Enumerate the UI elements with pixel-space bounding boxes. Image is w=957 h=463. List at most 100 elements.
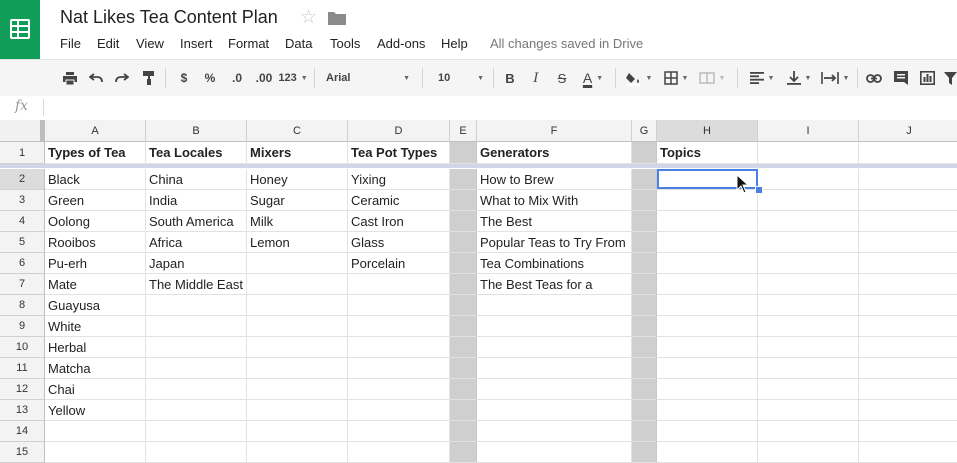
cell-j12[interactable] <box>859 379 957 400</box>
cell-d1[interactable]: Tea Pot Types <box>348 142 450 164</box>
cell-c8[interactable] <box>247 295 348 316</box>
cell-c10[interactable] <box>247 337 348 358</box>
cell-a6[interactable]: Pu-erh <box>45 253 146 274</box>
cell-d12[interactable] <box>348 379 450 400</box>
cell-b14[interactable] <box>146 421 247 442</box>
cell-e15[interactable] <box>450 442 477 463</box>
cell-d5[interactable]: Glass <box>348 232 450 253</box>
cell-d15[interactable] <box>348 442 450 463</box>
cell-g8[interactable] <box>632 295 657 316</box>
row-header-2[interactable]: 2 <box>0 169 45 190</box>
percent-format-button[interactable]: % <box>201 60 219 96</box>
cell-e11[interactable] <box>450 358 477 379</box>
document-title[interactable]: Nat Likes Tea Content Plan <box>60 7 278 28</box>
print-button[interactable] <box>60 60 80 96</box>
cell-i1[interactable] <box>758 142 859 164</box>
column-header-h[interactable]: H <box>657 120 758 142</box>
star-icon[interactable]: ☆ <box>300 6 317 29</box>
cell-h13[interactable] <box>657 400 758 421</box>
cell-b1[interactable]: Tea Locales <box>146 142 247 164</box>
cell-h12[interactable] <box>657 379 758 400</box>
cell-g6[interactable] <box>632 253 657 274</box>
cell-g2[interactable] <box>632 169 657 190</box>
cell-d13[interactable] <box>348 400 450 421</box>
cell-d7[interactable] <box>348 274 450 295</box>
cell-g15[interactable] <box>632 442 657 463</box>
cell-c6[interactable] <box>247 253 348 274</box>
column-header-b[interactable]: B <box>146 120 247 142</box>
folder-icon[interactable] <box>328 11 346 25</box>
cell-j6[interactable] <box>859 253 957 274</box>
cell-c1[interactable]: Mixers <box>247 142 348 164</box>
cell-i9[interactable] <box>758 316 859 337</box>
row-header-13[interactable]: 13 <box>0 400 45 421</box>
column-header-c[interactable]: C <box>247 120 348 142</box>
cell-a1[interactable]: Types of Tea <box>45 142 146 164</box>
cell-i4[interactable] <box>758 211 859 232</box>
cell-b12[interactable] <box>146 379 247 400</box>
horizontal-align-button[interactable]: ▼ <box>746 60 778 96</box>
cell-h14[interactable] <box>657 421 758 442</box>
save-status[interactable]: All changes saved in Drive <box>490 36 643 51</box>
cell-c14[interactable] <box>247 421 348 442</box>
cell-i14[interactable] <box>758 421 859 442</box>
cell-a4[interactable]: Oolong <box>45 211 146 232</box>
cell-d6[interactable]: Porcelain <box>348 253 450 274</box>
row-header-14[interactable]: 14 <box>0 421 45 442</box>
cell-i10[interactable] <box>758 337 859 358</box>
cell-f10[interactable] <box>477 337 632 358</box>
cell-a13[interactable]: Yellow <box>45 400 146 421</box>
cell-g13[interactable] <box>632 400 657 421</box>
cell-h11[interactable] <box>657 358 758 379</box>
row-header-3[interactable]: 3 <box>0 190 45 211</box>
filter-button[interactable] <box>942 60 957 96</box>
cell-j5[interactable] <box>859 232 957 253</box>
menu-addons[interactable]: Add-ons <box>377 36 425 51</box>
cell-g14[interactable] <box>632 421 657 442</box>
cell-c12[interactable] <box>247 379 348 400</box>
cell-i13[interactable] <box>758 400 859 421</box>
cell-e1[interactable] <box>450 142 477 164</box>
cell-j15[interactable] <box>859 442 957 463</box>
cell-g11[interactable] <box>632 358 657 379</box>
row-header-5[interactable]: 5 <box>0 232 45 253</box>
cell-b4[interactable]: South America <box>146 211 247 232</box>
column-header-i[interactable]: I <box>758 120 859 142</box>
cell-e3[interactable] <box>450 190 477 211</box>
row-header-8[interactable]: 8 <box>0 295 45 316</box>
cell-i2[interactable] <box>758 169 859 190</box>
cell-f12[interactable] <box>477 379 632 400</box>
cell-f4[interactable]: The Best <box>477 211 632 232</box>
select-all-corner[interactable] <box>0 120 45 142</box>
column-header-a[interactable]: A <box>45 120 146 142</box>
menu-insert[interactable]: Insert <box>180 36 213 51</box>
font-size-dropdown[interactable]: 10 ▼ <box>430 60 486 96</box>
cell-h8[interactable] <box>657 295 758 316</box>
cell-j8[interactable] <box>859 295 957 316</box>
cell-h6[interactable] <box>657 253 758 274</box>
menu-format[interactable]: Format <box>228 36 269 51</box>
cell-a11[interactable]: Matcha <box>45 358 146 379</box>
cell-c15[interactable] <box>247 442 348 463</box>
insert-comment-button[interactable] <box>891 60 911 96</box>
cell-c7[interactable] <box>247 274 348 295</box>
cell-b10[interactable] <box>146 337 247 358</box>
cell-a7[interactable]: Mate <box>45 274 146 295</box>
cell-e14[interactable] <box>450 421 477 442</box>
more-formats-button[interactable]: 123 ▼ <box>278 60 308 96</box>
row-header-10[interactable]: 10 <box>0 337 45 358</box>
cell-f1[interactable]: Generators <box>477 142 632 164</box>
cell-f14[interactable] <box>477 421 632 442</box>
row-header-12[interactable]: 12 <box>0 379 45 400</box>
cell-g5[interactable] <box>632 232 657 253</box>
cell-c4[interactable]: Milk <box>247 211 348 232</box>
cell-j9[interactable] <box>859 316 957 337</box>
fill-color-button[interactable]: ▼ <box>623 60 655 96</box>
cell-e13[interactable] <box>450 400 477 421</box>
undo-button[interactable] <box>86 60 106 96</box>
cell-h7[interactable] <box>657 274 758 295</box>
cell-b11[interactable] <box>146 358 247 379</box>
cell-f2[interactable]: How to Brew <box>477 169 632 190</box>
column-header-e[interactable]: E <box>450 120 477 142</box>
menu-view[interactable]: View <box>136 36 164 51</box>
